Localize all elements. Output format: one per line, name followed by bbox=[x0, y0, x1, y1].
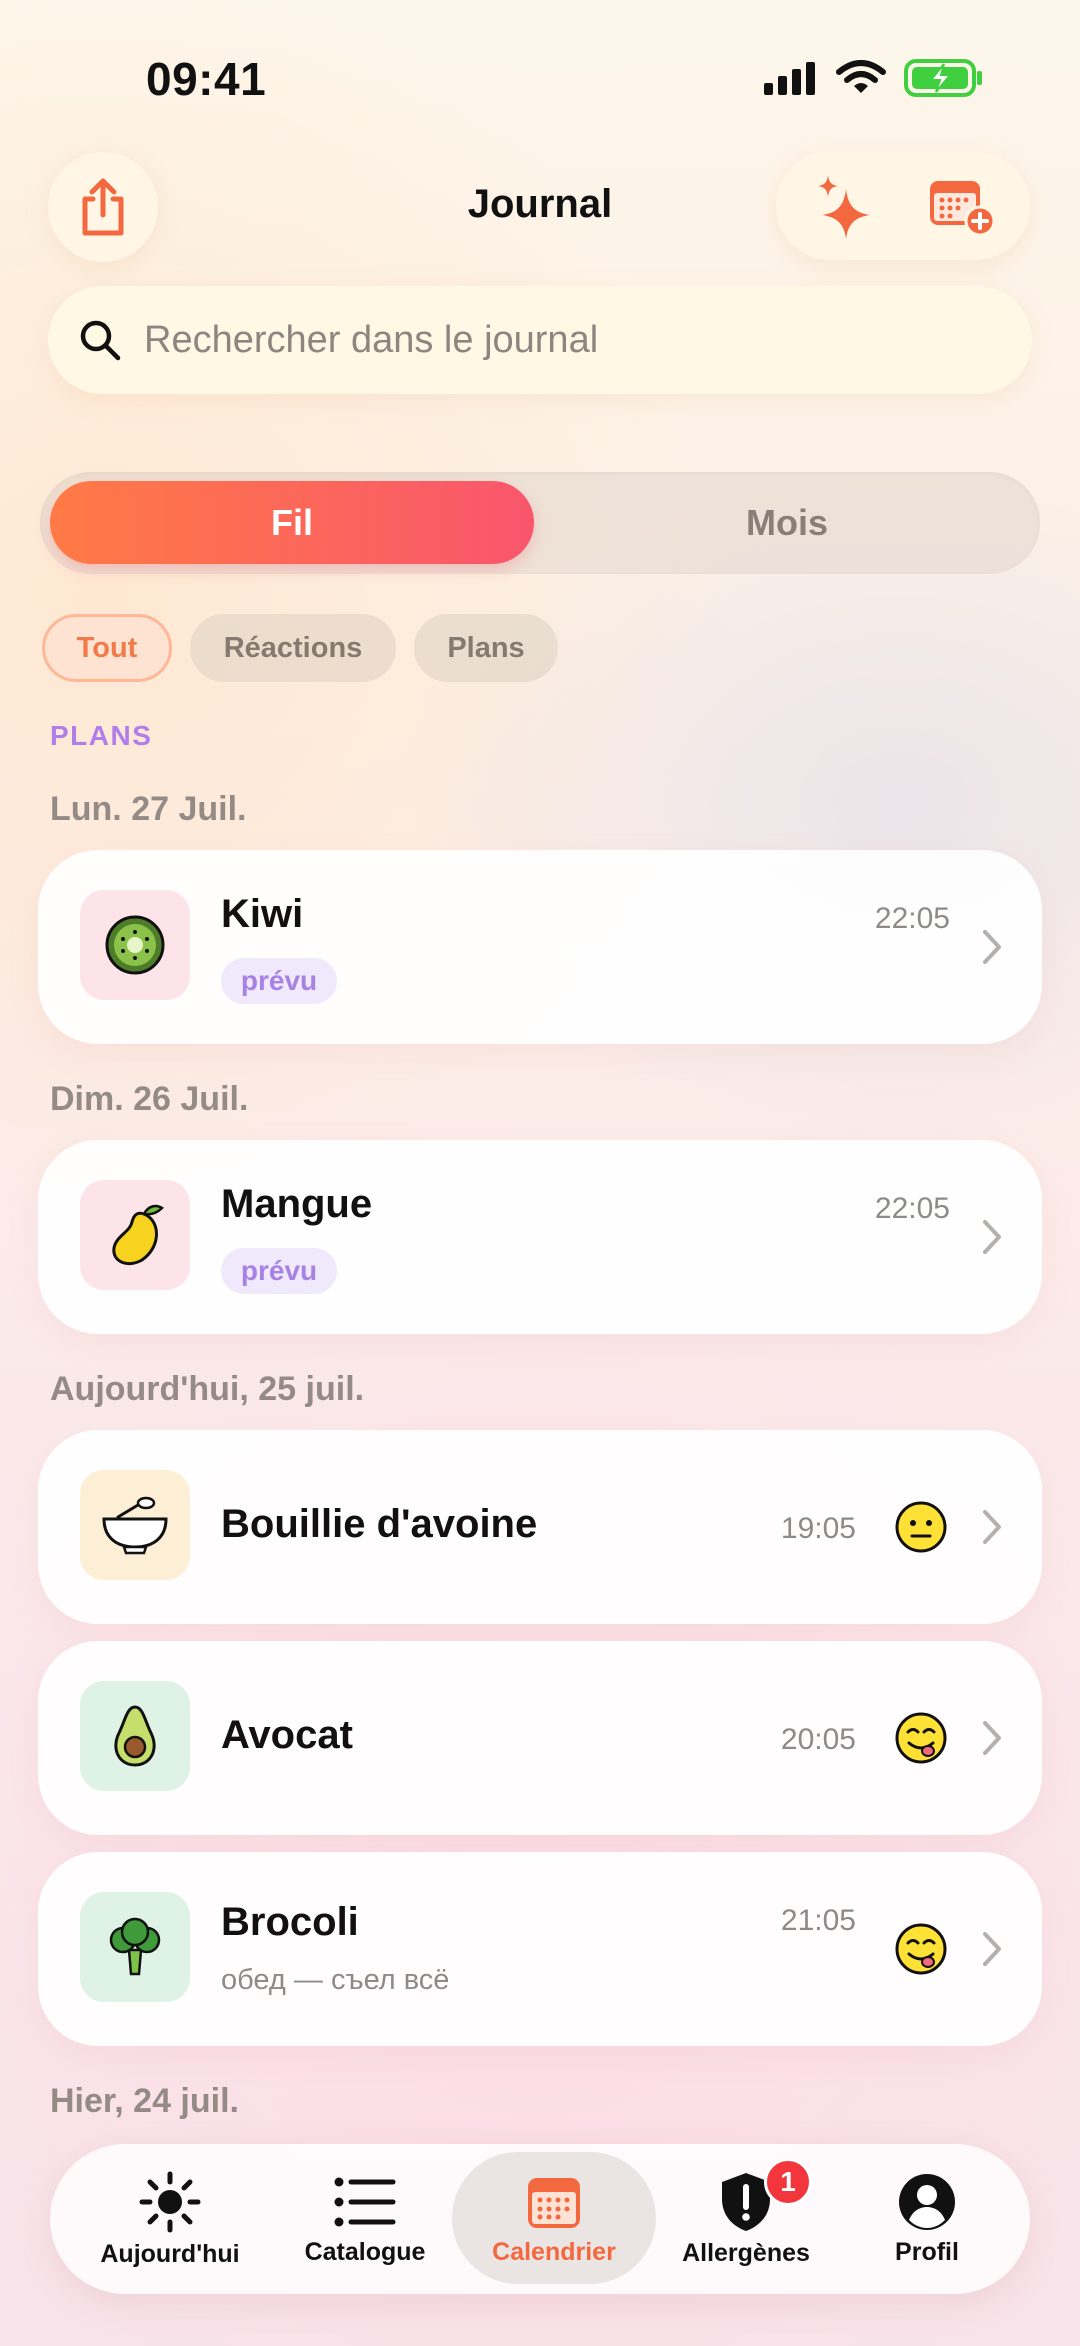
sparkles-icon bbox=[817, 175, 870, 239]
search-placeholder: Rechercher dans le journal bbox=[144, 318, 599, 361]
entry-time: 22:05 bbox=[874, 1192, 950, 1225]
journal-entry-avocat[interactable]: Avocat 20:05 bbox=[38, 1641, 1042, 1835]
planned-badge: prévu bbox=[221, 958, 337, 1004]
filter-all-chip[interactable]: Tout bbox=[42, 614, 172, 682]
food-tile bbox=[80, 1681, 190, 1791]
tab-today-label: Aujourd'hui bbox=[100, 2239, 240, 2268]
battery-charging-icon bbox=[904, 59, 982, 97]
tab-today[interactable]: Aujourd'hui bbox=[90, 2156, 250, 2282]
chevron-right-icon bbox=[983, 930, 1001, 964]
planned-badge: prévu bbox=[221, 1248, 337, 1294]
chevron-right-icon bbox=[983, 1721, 1001, 1755]
segment-mois[interactable]: Mois bbox=[540, 481, 1034, 564]
date-header: Dim. 26 Juil. bbox=[50, 1080, 249, 1118]
avocado-icon bbox=[114, 1705, 156, 1767]
tab-catalog-label: Catalogue bbox=[304, 2237, 426, 2266]
yum-face-icon bbox=[895, 1712, 947, 1764]
segment-fil[interactable]: Fil bbox=[50, 481, 534, 564]
food-tile bbox=[80, 890, 190, 1000]
tab-profile-label: Profil bbox=[895, 2237, 959, 2266]
tab-allergens-label: Allergènes bbox=[682, 2238, 810, 2267]
food-tile bbox=[80, 1180, 190, 1290]
section-label-plans: PLANS bbox=[50, 720, 153, 751]
yum-face-icon bbox=[895, 1923, 947, 1975]
calendar-icon bbox=[528, 2177, 580, 2228]
kiwi-icon bbox=[105, 915, 165, 975]
entry-name: Avocat bbox=[221, 1713, 353, 1757]
allergens-notification-badge: 1 bbox=[764, 2158, 812, 2206]
status-time: 09:41 bbox=[146, 53, 267, 105]
ai-suggest-button[interactable] bbox=[805, 166, 885, 246]
search-icon bbox=[80, 320, 121, 361]
entry-name: Bouillie d'avoine bbox=[221, 1502, 538, 1546]
entry-time: 21:05 bbox=[780, 1904, 856, 1937]
tab-calendar[interactable]: Calendrier bbox=[470, 2156, 638, 2282]
food-tile bbox=[80, 1470, 190, 1580]
journal-entry-kiwi[interactable]: Kiwi 22:05 prévu bbox=[38, 850, 1042, 1044]
header-actions bbox=[776, 152, 1030, 260]
mango-icon bbox=[112, 1204, 164, 1265]
broccoli-icon bbox=[109, 1917, 161, 1976]
chevron-right-icon bbox=[983, 1220, 1001, 1254]
journal-entry-bouillie[interactable]: Bouillie d'avoine 19:05 bbox=[38, 1430, 1042, 1624]
journal-entry-mangue[interactable]: Mangue 22:05 prévu bbox=[38, 1140, 1042, 1334]
chevron-right-icon bbox=[983, 1510, 1001, 1544]
entry-time: 19:05 bbox=[780, 1512, 856, 1545]
tab-calendar-label: Calendrier bbox=[492, 2237, 616, 2266]
entry-time: 22:05 bbox=[874, 902, 950, 935]
filter-reactions-chip[interactable]: Réactions bbox=[190, 614, 396, 682]
wifi-icon bbox=[836, 60, 886, 93]
sun-icon bbox=[139, 2171, 201, 2232]
date-header: Hier, 24 juil. bbox=[50, 2082, 239, 2120]
neutral-face-icon bbox=[895, 1501, 947, 1553]
date-header: Aujourd'hui, 25 juil. bbox=[50, 1370, 365, 1408]
entry-name: Kiwi bbox=[221, 892, 304, 936]
entry-time: 20:05 bbox=[780, 1723, 856, 1756]
tab-catalog[interactable]: Catalogue bbox=[290, 2156, 440, 2282]
entry-name: Mangue bbox=[221, 1182, 373, 1226]
journal-entry-brocoli[interactable]: Brocoli 21:05 обед — съел всё bbox=[38, 1852, 1042, 2046]
add-calendar-button[interactable] bbox=[922, 166, 1002, 246]
porridge-bowl-icon bbox=[102, 1496, 168, 1555]
status-icons bbox=[762, 58, 984, 98]
list-icon bbox=[334, 2177, 396, 2226]
calendar-add-icon bbox=[929, 181, 995, 237]
date-header: Lun. 27 Juil. bbox=[50, 790, 247, 828]
entry-name: Brocoli bbox=[221, 1900, 359, 1944]
food-tile bbox=[80, 1892, 190, 2002]
signal-icon bbox=[764, 62, 815, 95]
profile-icon bbox=[899, 2173, 955, 2230]
tab-profile[interactable]: Profil bbox=[862, 2156, 992, 2282]
chevron-right-icon bbox=[983, 1932, 1001, 1966]
search-input[interactable]: Rechercher dans le journal bbox=[48, 286, 1032, 394]
filter-plans-chip[interactable]: Plans bbox=[414, 614, 558, 682]
entry-note: обед — съел всё bbox=[221, 1964, 450, 1996]
